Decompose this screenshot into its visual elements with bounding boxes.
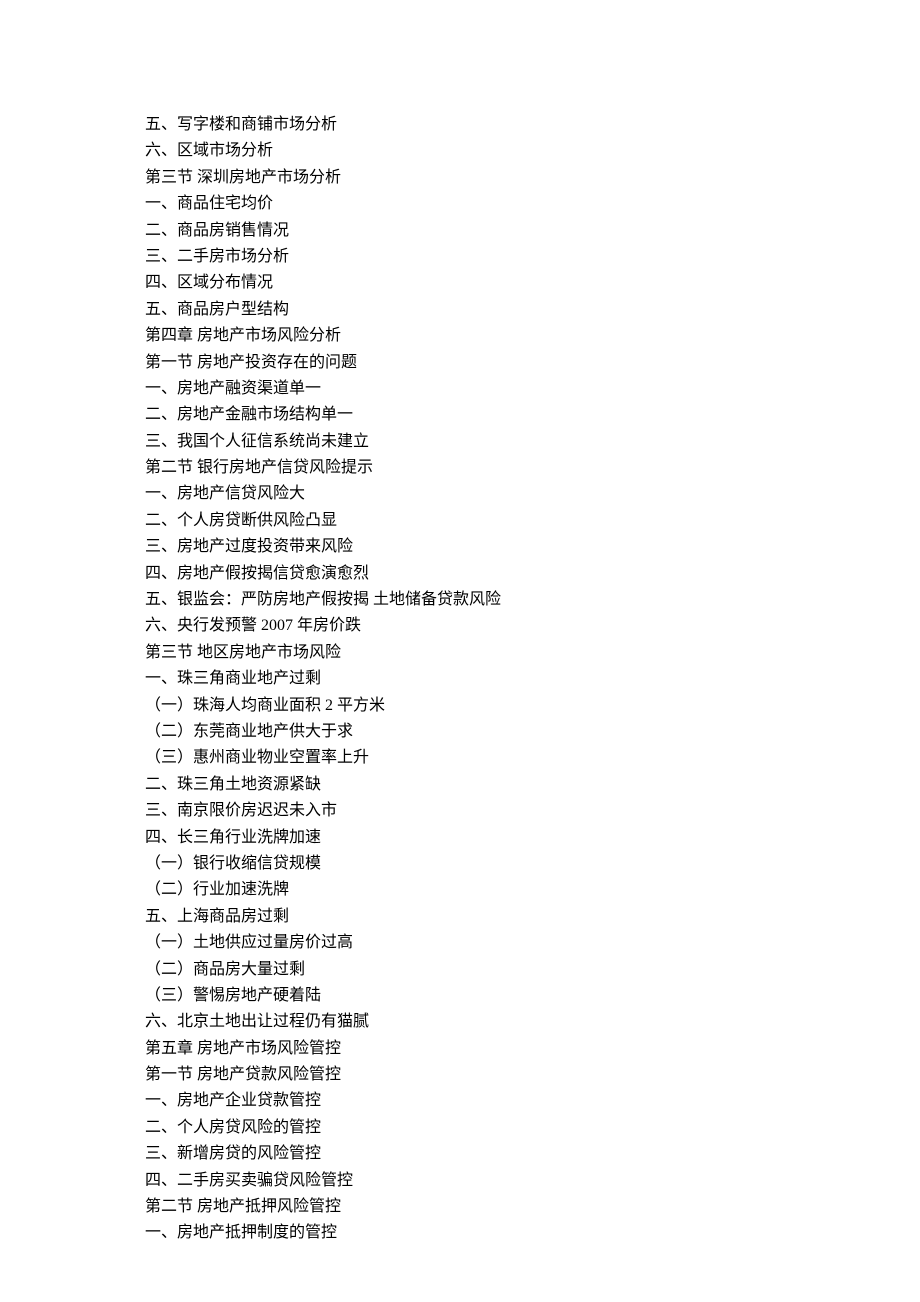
toc-line: 六、区域市场分析	[145, 138, 920, 164]
toc-line: 第一节 房地产投资存在的问题	[145, 350, 920, 376]
toc-line: （一）珠海人均商业面积 2 平方米	[145, 693, 920, 719]
toc-line: 四、二手房买卖骗贷风险管控	[145, 1168, 920, 1194]
toc-line: （二）东莞商业地产供大于求	[145, 719, 920, 745]
toc-line: 第二节 房地产抵押风险管控	[145, 1194, 920, 1220]
toc-line: 一、商品住宅均价	[145, 191, 920, 217]
toc-line: 三、南京限价房迟迟未入市	[145, 798, 920, 824]
toc-line: 第一节 房地产贷款风险管控	[145, 1062, 920, 1088]
toc-line: 一、房地产信贷风险大	[145, 481, 920, 507]
toc-line: （二）商品房大量过剩	[145, 957, 920, 983]
toc-line: 三、新增房贷的风险管控	[145, 1141, 920, 1167]
toc-line: 第三节 地区房地产市场风险	[145, 640, 920, 666]
toc-line: 一、房地产融资渠道单一	[145, 376, 920, 402]
toc-line: （二）行业加速洗牌	[145, 877, 920, 903]
toc-line: 三、二手房市场分析	[145, 244, 920, 270]
toc-line: 第五章 房地产市场风险管控	[145, 1036, 920, 1062]
toc-line: 四、房地产假按揭信贷愈演愈烈	[145, 561, 920, 587]
toc-line: 第四章 房地产市场风险分析	[145, 323, 920, 349]
document-content: 五、写字楼和商铺市场分析六、区域市场分析第三节 深圳房地产市场分析一、商品住宅均…	[145, 112, 920, 1247]
toc-line: 六、北京土地出让过程仍有猫腻	[145, 1009, 920, 1035]
toc-line: 五、上海商品房过剩	[145, 904, 920, 930]
toc-line: （一）土地供应过量房价过高	[145, 930, 920, 956]
toc-line: 三、我国个人征信系统尚未建立	[145, 429, 920, 455]
toc-line: （三）惠州商业物业空置率上升	[145, 745, 920, 771]
toc-line: 四、长三角行业洗牌加速	[145, 825, 920, 851]
toc-line: 五、银监会：严防房地产假按揭 土地储备贷款风险	[145, 587, 920, 613]
toc-line: 六、央行发预警 2007 年房价跌	[145, 613, 920, 639]
toc-line: 第二节 银行房地产信贷风险提示	[145, 455, 920, 481]
toc-line: 二、房地产金融市场结构单一	[145, 402, 920, 428]
toc-line: 三、房地产过度投资带来风险	[145, 534, 920, 560]
toc-line: 二、个人房贷断供风险凸显	[145, 508, 920, 534]
toc-line: 第三节 深圳房地产市场分析	[145, 165, 920, 191]
toc-line: 二、珠三角土地资源紧缺	[145, 772, 920, 798]
toc-line: 一、房地产抵押制度的管控	[145, 1220, 920, 1246]
toc-line: 一、房地产企业贷款管控	[145, 1088, 920, 1114]
toc-line: 五、写字楼和商铺市场分析	[145, 112, 920, 138]
toc-line: （三）警惕房地产硬着陆	[145, 983, 920, 1009]
toc-line: 二、个人房贷风险的管控	[145, 1115, 920, 1141]
toc-line: （一）银行收缩信贷规模	[145, 851, 920, 877]
toc-line: 四、区域分布情况	[145, 270, 920, 296]
toc-line: 五、商品房户型结构	[145, 297, 920, 323]
toc-line: 一、珠三角商业地产过剩	[145, 666, 920, 692]
toc-line: 二、商品房销售情况	[145, 218, 920, 244]
